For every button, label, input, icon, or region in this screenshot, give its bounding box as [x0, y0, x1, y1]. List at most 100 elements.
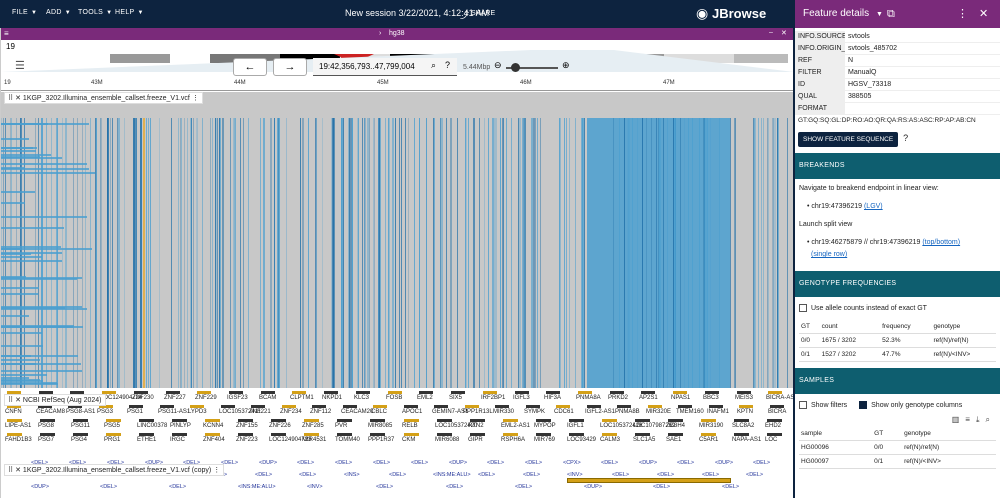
zoom-in-icon[interactable]: ⊕	[562, 60, 570, 71]
gene-glyph[interactable]	[373, 405, 387, 408]
gene-label[interactable]: PSG8-AS1	[66, 409, 95, 415]
gene-glyph[interactable]	[648, 405, 662, 408]
gene-label[interactable]: IRGC	[170, 437, 185, 443]
gene-label[interactable]: AP2S1	[639, 395, 658, 401]
track-menu-icon[interactable]: ⋮	[192, 95, 199, 102]
sv-label[interactable]: <DEL>	[255, 472, 272, 478]
gene-label[interactable]: BBC3	[703, 395, 719, 401]
gene-glyph[interactable]	[617, 405, 631, 408]
filter-icon[interactable]: ≡	[965, 415, 976, 424]
gene-label[interactable]: MIR6088	[435, 437, 459, 443]
sv-label[interactable]: <DUP>	[639, 460, 657, 466]
gene-glyph[interactable]	[437, 419, 452, 422]
sv-label[interactable]: <DEL>	[487, 460, 504, 466]
gene-glyph[interactable]	[221, 405, 235, 408]
sv-label[interactable]: <DEL>	[100, 484, 117, 490]
pan-right-button[interactable]: →	[273, 58, 307, 76]
gene-label[interactable]: PNMA8A	[576, 395, 601, 401]
genotype-frequencies-header[interactable]: GENOTYPE FREQUENCIES	[795, 271, 1000, 297]
sv-label[interactable]: <DEL>	[753, 460, 770, 466]
gene-glyph[interactable]	[437, 433, 452, 436]
gene-glyph[interactable]	[166, 391, 180, 394]
gene-glyph[interactable]	[172, 433, 187, 436]
gene-label[interactable]: CLPTM1	[290, 395, 314, 401]
gene-label[interactable]: PPP1R37	[368, 437, 394, 443]
gene-label[interactable]: APOC1	[402, 409, 422, 415]
gene-label[interactable]: SIX5	[449, 395, 462, 401]
sv-label[interactable]: <DEL>	[299, 472, 316, 478]
gene-glyph[interactable]	[635, 433, 650, 436]
gene-label[interactable]: LOC93429	[567, 437, 596, 443]
gene-glyph[interactable]	[419, 391, 433, 394]
gene-label[interactable]: EML2-AS1	[501, 423, 530, 429]
show-sequence-button[interactable]: SHOW FEATURE SEQUENCE	[798, 132, 899, 147]
gene-label[interactable]: HIF3A	[544, 395, 561, 401]
gene-label[interactable]: CDC61	[554, 409, 574, 415]
gene-label[interactable]: PSG8	[38, 423, 54, 429]
gene-label[interactable]: ZNF221	[249, 409, 271, 415]
pan-left-button[interactable]: ←	[233, 58, 267, 76]
gene-label[interactable]: KPTN	[737, 409, 753, 415]
gene-glyph[interactable]	[343, 405, 357, 408]
gene-glyph[interactable]	[709, 405, 723, 408]
close-view-icon[interactable]: ✕	[781, 29, 787, 37]
sv-label[interactable]: <DEL>	[389, 472, 406, 478]
gene-label[interactable]: KCNN4	[203, 423, 223, 429]
help-menu[interactable]: HELP ▼	[115, 9, 144, 16]
sv-label[interactable]: <DUP>	[584, 484, 602, 490]
gene-glyph[interactable]	[337, 433, 352, 436]
sv-label[interactable]: <DEL>	[523, 472, 540, 478]
gene-label[interactable]: FAHD1B3	[5, 437, 32, 443]
help-icon[interactable]: ?	[903, 133, 908, 143]
drag-handle-icon[interactable]: ⠿	[8, 397, 13, 404]
sv-label[interactable]: <DEL>	[446, 484, 463, 490]
gene-label[interactable]: MIR3190	[699, 423, 723, 429]
gene-glyph[interactable]	[610, 391, 624, 394]
gene-label[interactable]: PSG4	[71, 437, 87, 443]
table-row[interactable]: HG00096 0/0 ref(N)/ref(N)	[799, 440, 996, 455]
gene-label[interactable]: ZNF112	[310, 409, 331, 415]
gene-label[interactable]: NPAS1	[671, 395, 690, 401]
zoom-slider[interactable]	[506, 63, 558, 72]
gene-label[interactable]: INAFM1	[707, 409, 729, 415]
gene-glyph[interactable]	[404, 405, 418, 408]
gene-label[interactable]: ZNF223	[236, 437, 258, 443]
gene-label[interactable]: ZC3H4	[666, 423, 685, 429]
gene-glyph[interactable]	[483, 391, 497, 394]
samples-section-header[interactable]: SAMPLES	[795, 368, 1000, 394]
breakends-section-header[interactable]: BREAKENDS	[795, 153, 1000, 179]
col-header[interactable]: GT	[872, 427, 903, 441]
view-menu-icon[interactable]: ≡	[4, 29, 9, 38]
gene-glyph[interactable]	[770, 405, 784, 408]
search-icon[interactable]: ⌕	[986, 415, 996, 424]
gene-glyph[interactable]	[434, 405, 448, 408]
gene-glyph[interactable]	[734, 433, 749, 436]
gene-glyph[interactable]	[404, 419, 419, 422]
gene-label[interactable]: LIPE-AS1	[5, 423, 31, 429]
sv-label[interactable]: <DEL>	[515, 484, 532, 490]
gene-glyph[interactable]	[271, 419, 286, 422]
share-icon[interactable]: ⤴	[460, 8, 469, 21]
gene-label[interactable]: CNFN	[5, 409, 22, 415]
gene-glyph[interactable]	[282, 405, 296, 408]
gene-label[interactable]: PINLYP	[170, 423, 191, 429]
gene-glyph[interactable]	[569, 419, 584, 422]
gene-glyph[interactable]	[356, 391, 370, 394]
minimize-icon[interactable]: –	[769, 29, 773, 36]
gene-label[interactable]: SYMPK	[524, 409, 545, 415]
chevron-down-icon[interactable]: ▼	[876, 11, 883, 18]
gene-label[interactable]: PSG5	[104, 423, 120, 429]
gene-glyph[interactable]	[106, 433, 121, 436]
zoom-slider-handle[interactable]	[511, 63, 520, 72]
sv-label[interactable]: <DUP>	[715, 460, 733, 466]
gene-label[interactable]: ETHE1	[137, 437, 156, 443]
col-header[interactable]: genotype	[902, 427, 996, 441]
gene-label[interactable]: ZNF234	[280, 409, 302, 415]
track-selector-icon[interactable]: ☰	[15, 59, 25, 72]
sv-label[interactable]: <DEL>	[335, 460, 352, 466]
gene-glyph[interactable]	[40, 433, 55, 436]
track-label[interactable]: ⠿ ✕ 1KGP_3202.Illumina_ensemble_callset.…	[4, 464, 225, 476]
gene-glyph[interactable]	[292, 391, 306, 394]
sv-label[interactable]: <DEL>	[746, 472, 763, 478]
gene-glyph[interactable]	[134, 391, 148, 394]
